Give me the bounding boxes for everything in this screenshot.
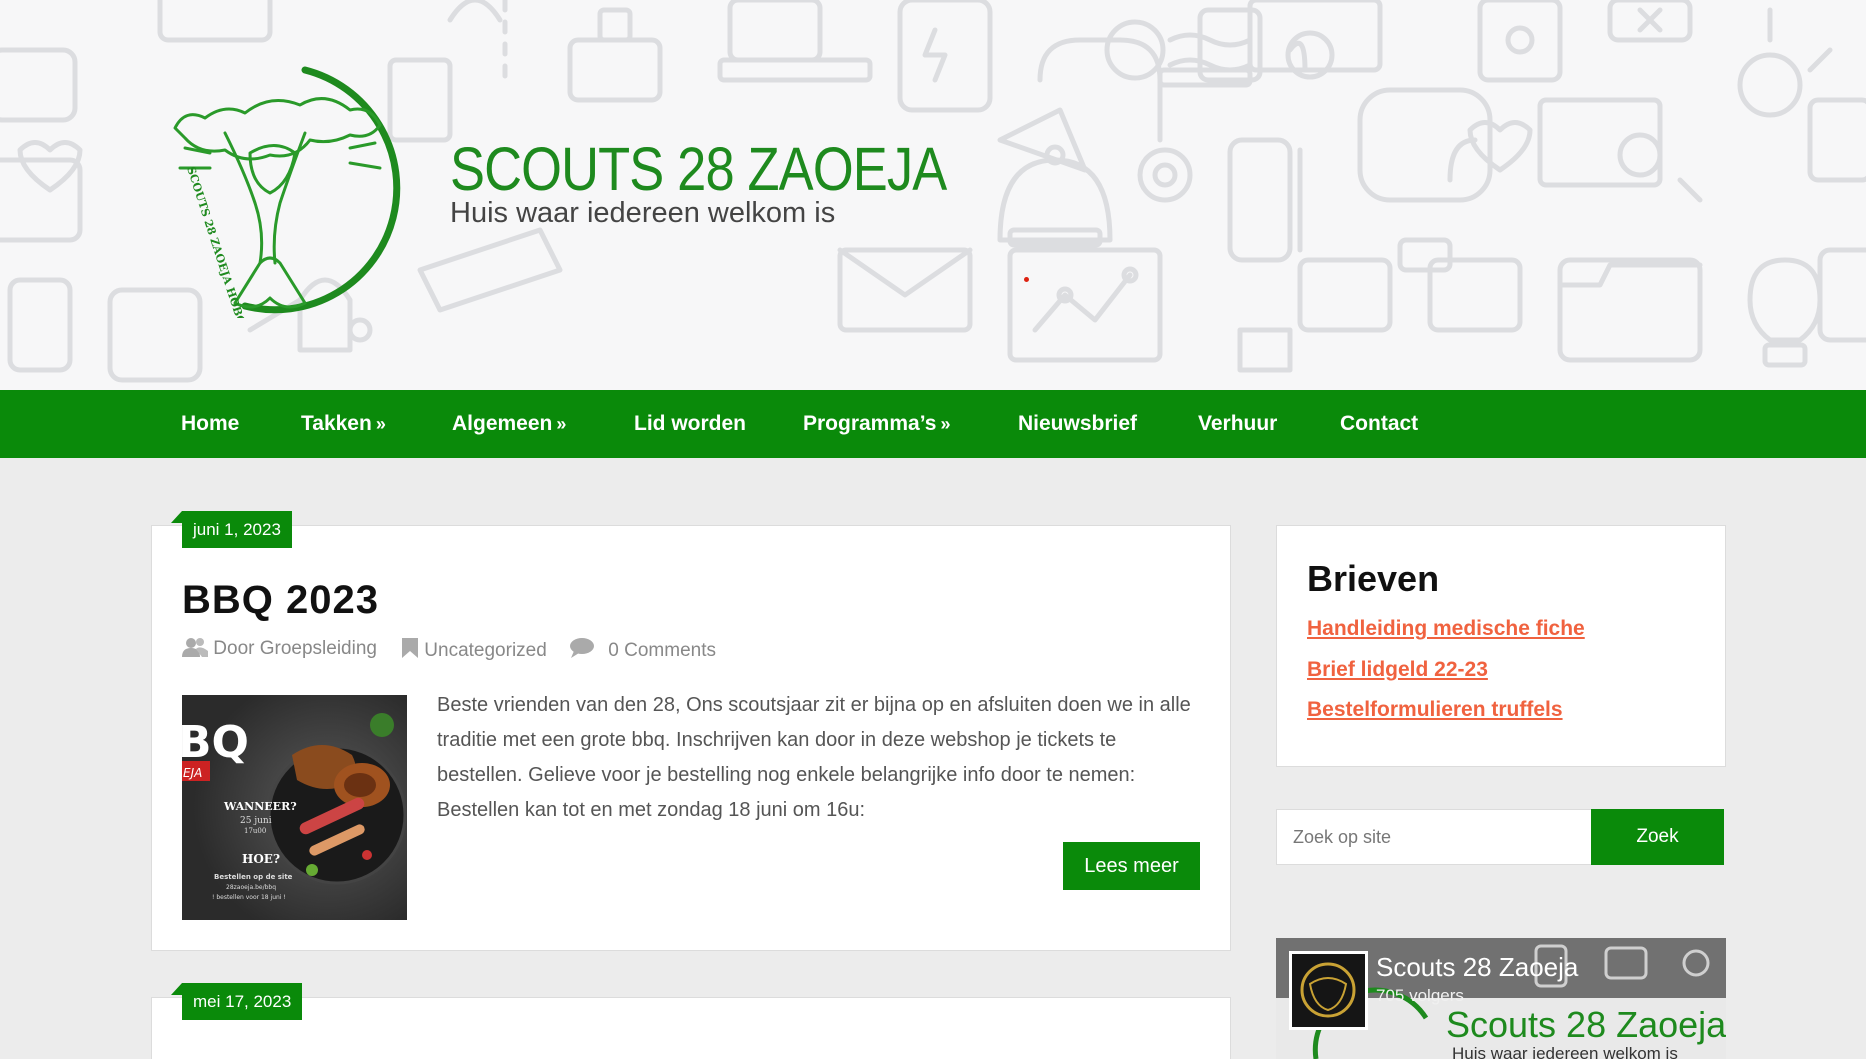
link-brief-lidgeld[interactable]: Brief lidgeld 22-23	[1307, 658, 1488, 682]
post-category[interactable]: Uncategorized	[401, 637, 547, 661]
poster-when-label: WANNEER?	[223, 800, 297, 813]
site-title[interactable]: SCOUTS 28 ZAOEJA	[450, 134, 947, 204]
search-input[interactable]	[1276, 809, 1592, 865]
site-tagline: Huis waar iedereen welkom is	[450, 197, 836, 229]
post-author[interactable]: Door Groepsleiding	[182, 637, 377, 659]
link-bestelformulieren-truffels[interactable]: Bestelformulieren truffels	[1307, 698, 1563, 722]
post-date-badge: mei 17, 2023	[170, 983, 303, 1020]
post-thumbnail[interactable]: BQ EJA WANNEER? 25 juni 17u00 HOE? Beste…	[182, 695, 407, 920]
post-comments[interactable]: 0 Comments	[569, 637, 716, 661]
poster-how-label: HOE?	[242, 852, 280, 866]
nav-home-label: Home	[181, 412, 240, 435]
chevron-right-icon: »	[556, 414, 567, 434]
nav-lid-worden[interactable]: Lid worden	[634, 390, 746, 458]
post-author-label: Door Groepsleiding	[213, 638, 377, 659]
brieven-title: Brieven	[1307, 558, 1440, 599]
nav-algemeen-label: Algemeen	[452, 412, 553, 435]
logo-ring-text: SCOUTS 28 ZAOEJA HOBOKEN	[184, 165, 256, 318]
site-header: SCOUTS 28 ZAOEJA HOBOKEN SCOUTS 28 ZAOEJ…	[0, 0, 1866, 390]
post-category-label: Uncategorized	[424, 640, 547, 661]
nav-lid-worden-label: Lid worden	[634, 412, 746, 435]
nav-nieuwsbrief[interactable]: Nieuwsbrief	[1018, 390, 1137, 458]
avatar-logo	[1292, 954, 1365, 1027]
facebook-cover-subtitle: Huis waar iedereen welkom is	[1452, 1044, 1678, 1059]
post-title[interactable]: BBQ 2023	[182, 578, 379, 623]
nav-verhuur-label: Verhuur	[1198, 412, 1278, 435]
nav-programmas[interactable]: Programma’s»	[803, 390, 950, 458]
main-navigation: Home Takken» Algemeen» Lid worden Progra…	[0, 390, 1866, 458]
nav-takken[interactable]: Takken»	[301, 390, 386, 458]
users-icon	[182, 638, 208, 657]
nav-verhuur[interactable]: Verhuur	[1198, 390, 1277, 458]
facebook-avatar[interactable]	[1289, 951, 1368, 1030]
search-button[interactable]: Zoek	[1591, 809, 1724, 865]
poster-how-text: Bestellen op de site	[214, 873, 293, 881]
read-more-button[interactable]: Lees meer	[1063, 842, 1200, 890]
poster-how-url: 28zaoeja.be/bbq	[226, 884, 276, 891]
post-date-badge: juni 1, 2023	[171, 511, 292, 548]
nav-algemeen[interactable]: Algemeen»	[452, 390, 566, 458]
nav-takken-label: Takken	[301, 412, 372, 435]
facebook-page-name[interactable]: Scouts 28 Zaoeja	[1376, 952, 1578, 983]
post-card	[151, 997, 1231, 1059]
poster-when-time: 17u00	[244, 827, 266, 835]
chevron-right-icon: »	[375, 414, 386, 434]
post-excerpt: Beste vrienden van den 28, Ons scoutsjaa…	[437, 694, 1191, 821]
nav-programmas-label: Programma’s	[803, 412, 937, 435]
facebook-followers: 705 volgers	[1376, 986, 1464, 1005]
nav-home[interactable]: Home	[181, 390, 239, 458]
red-dot	[1024, 277, 1029, 282]
facebook-page-widget[interactable]: Scouts 28 Zaoeja 705 volgers Scouts 28 Z…	[1276, 938, 1726, 1059]
logo-emblem: SCOUTS 28 ZAOEJA HOBOKEN	[173, 66, 401, 318]
poster-when-date: 25 juni	[240, 816, 272, 826]
bbq-poster-image: BQ EJA WANNEER? 25 juni 17u00 HOE? Beste…	[182, 695, 407, 920]
bookmark-icon	[402, 638, 418, 658]
poster-tag: EJA	[183, 766, 202, 780]
nav-contact-label: Contact	[1340, 412, 1419, 435]
poster-how-deadline: ! bestellen voor 18 juni !	[212, 894, 286, 901]
poster-title: BQ	[182, 717, 249, 768]
nav-nieuwsbrief-label: Nieuwsbrief	[1018, 412, 1138, 435]
link-handleiding-medische-fiche[interactable]: Handleiding medische fiche	[1307, 617, 1585, 641]
facebook-cover-title: Scouts 28 Zaoeja	[1446, 1004, 1726, 1045]
post-comments-label: 0 Comments	[608, 640, 716, 661]
nav-contact[interactable]: Contact	[1340, 390, 1418, 458]
comment-icon	[570, 638, 594, 658]
chevron-right-icon: »	[940, 414, 951, 434]
